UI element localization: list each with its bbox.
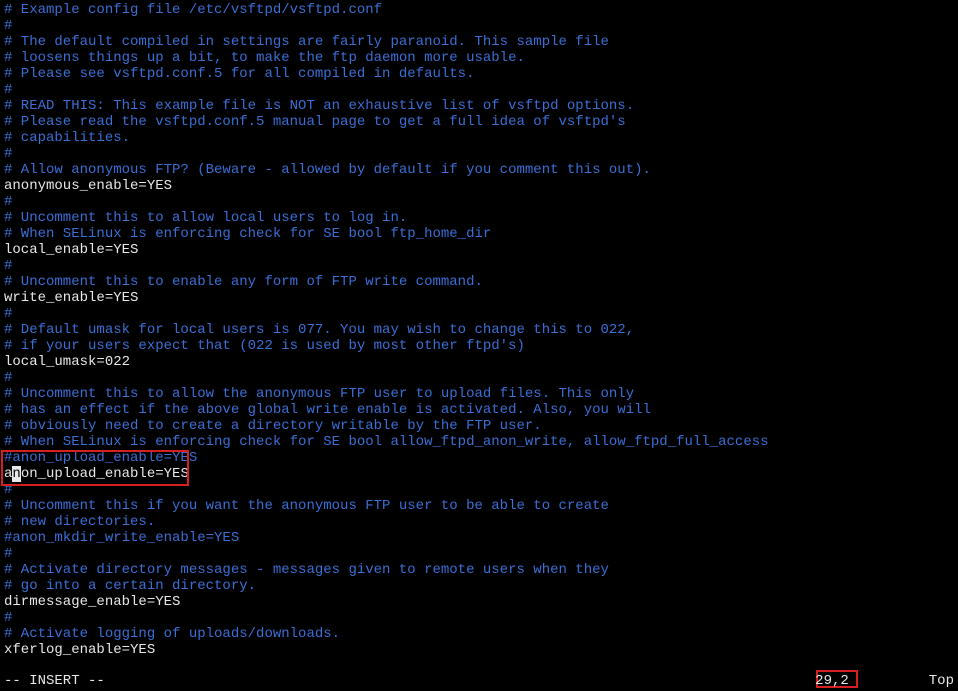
editor-line[interactable]: #anon_mkdir_write_enable=YES [4, 530, 954, 546]
editor-line[interactable]: # [4, 370, 954, 386]
editor-line[interactable]: xferlog_enable=YES [4, 642, 954, 658]
editor-line[interactable]: # When SELinux is enforcing check for SE… [4, 226, 954, 242]
editor-line[interactable]: # [4, 546, 954, 562]
editor-line[interactable]: # [4, 146, 954, 162]
editor-line[interactable]: # Activate directory messages - messages… [4, 562, 954, 578]
editor-line[interactable]: # [4, 18, 954, 34]
editor-line[interactable]: #anon_upload_enable=YES [4, 450, 954, 466]
editor-line[interactable]: # Uncomment this to allow the anonymous … [4, 386, 954, 402]
editor-line[interactable]: # Example config file /etc/vsftpd/vsftpd… [4, 2, 954, 18]
editor-line[interactable]: # [4, 610, 954, 626]
editor-line[interactable]: # has an effect if the above global writ… [4, 402, 954, 418]
editor-line[interactable]: # [4, 194, 954, 210]
editor-line[interactable]: # go into a certain directory. [4, 578, 954, 594]
editor-line[interactable]: dirmessage_enable=YES [4, 594, 954, 610]
editor-line[interactable]: # Uncomment this if you want the anonymo… [4, 498, 954, 514]
editor-line[interactable]: local_enable=YES [4, 242, 954, 258]
editor-line[interactable]: # The default compiled in settings are f… [4, 34, 954, 50]
text-cursor: n [12, 466, 20, 482]
editor-line[interactable]: # Default umask for local users is 077. … [4, 322, 954, 338]
editor-line[interactable]: # [4, 258, 954, 274]
editor-line[interactable]: # Please read the vsftpd.conf.5 manual p… [4, 114, 954, 130]
editor-line[interactable]: # [4, 306, 954, 322]
editor-line[interactable]: local_umask=022 [4, 354, 954, 370]
editor-line[interactable]: # Activate logging of uploads/downloads. [4, 626, 954, 642]
editor-line[interactable]: # Allow anonymous FTP? (Beware - allowed… [4, 162, 954, 178]
editor-line[interactable]: # Uncomment this to allow local users to… [4, 210, 954, 226]
cursor-position: 29,2 [815, 673, 849, 689]
editor-line[interactable]: # loosens things up a bit, to make the f… [4, 50, 954, 66]
editor-line[interactable]: anon_upload_enable=YES [4, 466, 954, 482]
editor-content[interactable]: # Example config file /etc/vsftpd/vsftpd… [4, 2, 954, 658]
editor-line[interactable]: # [4, 482, 954, 498]
editor-line[interactable]: # [4, 82, 954, 98]
editor-line[interactable]: # new directories. [4, 514, 954, 530]
editor-line[interactable]: anonymous_enable=YES [4, 178, 954, 194]
editor-line[interactable]: write_enable=YES [4, 290, 954, 306]
vim-mode: -- INSERT -- [4, 673, 105, 689]
vim-status-bar: -- INSERT -- 29,2 Top [4, 673, 954, 689]
editor-line[interactable]: # Please see vsftpd.conf.5 for all compi… [4, 66, 954, 82]
editor-line[interactable]: # When SELinux is enforcing check for SE… [4, 434, 954, 450]
scroll-indicator: Top [929, 673, 954, 689]
editor-line[interactable]: # obviously need to create a directory w… [4, 418, 954, 434]
editor-line[interactable]: # READ THIS: This example file is NOT an… [4, 98, 954, 114]
editor-line[interactable]: # if your users expect that (022 is used… [4, 338, 954, 354]
editor-line[interactable]: # Uncomment this to enable any form of F… [4, 274, 954, 290]
editor-line[interactable]: # capabilities. [4, 130, 954, 146]
